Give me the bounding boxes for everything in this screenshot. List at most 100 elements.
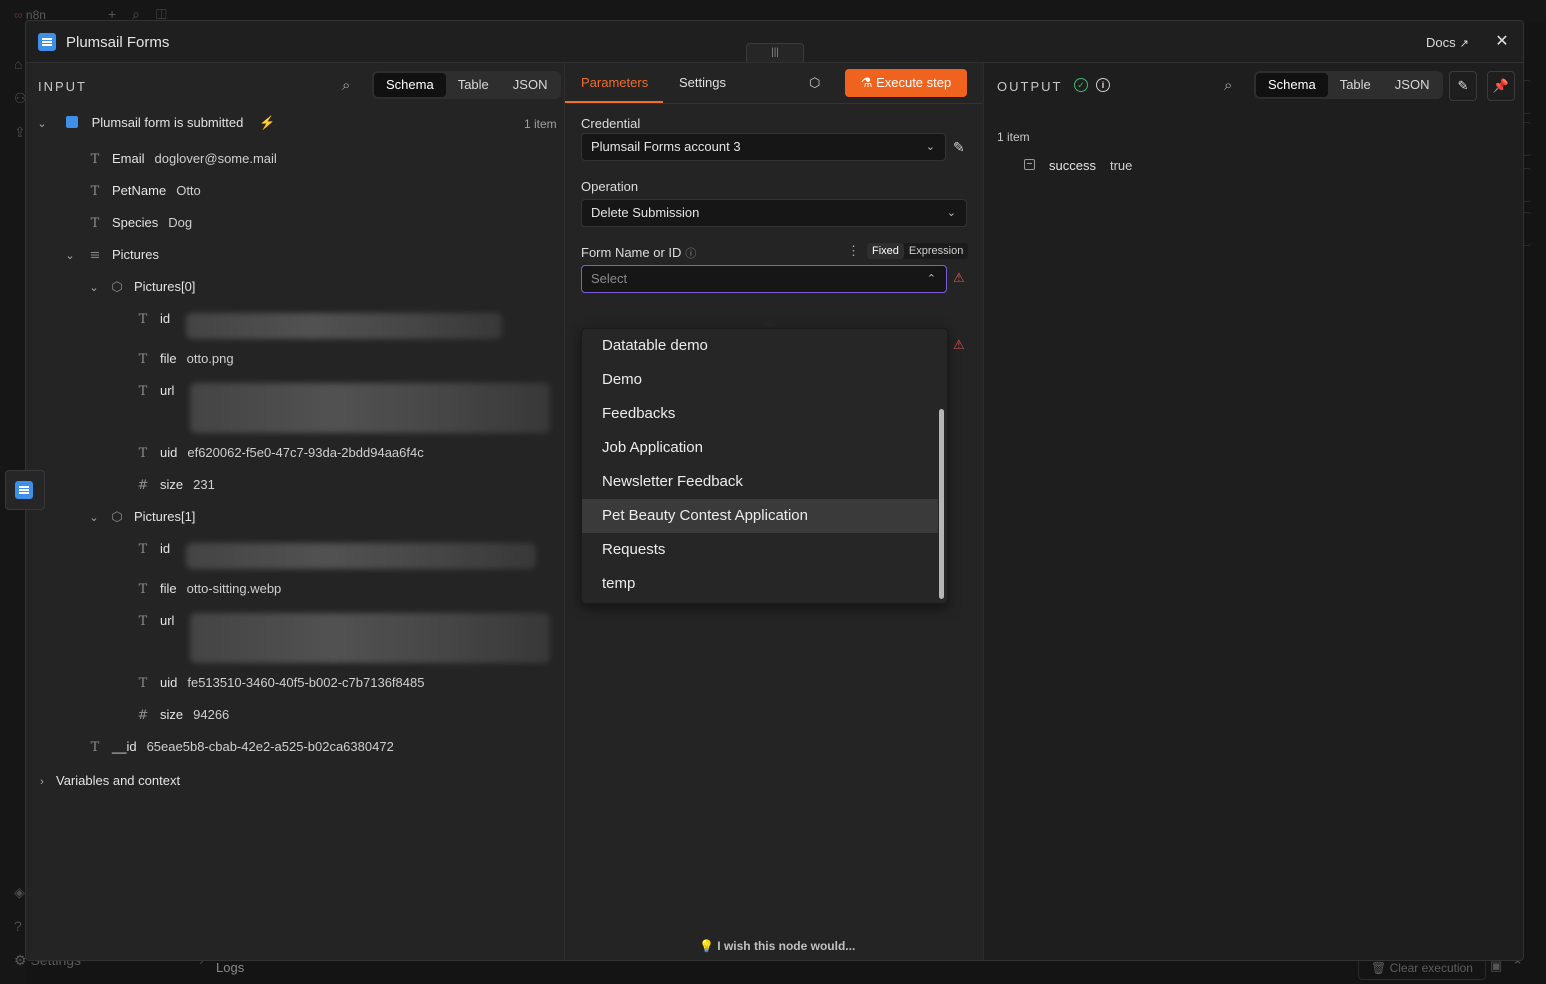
redacted-value: [186, 313, 502, 339]
input-label: INPUT: [38, 79, 87, 94]
schema-row-record-id[interactable]: T __id 65eae5b8-cbab-42e2-a525-b02ca638047…: [88, 737, 394, 757]
app-top-bar: [0, 0, 1546, 22]
schema-row-pic0-url[interactable]: Turl: [136, 381, 184, 401]
number-type-icon: #: [137, 478, 149, 493]
schema-row-pictures-1[interactable]: ⌄ ⬡ Pictures[1]: [86, 507, 205, 527]
feedback-link[interactable]: 💡 I wish this node would...: [699, 939, 855, 953]
more-options-icon[interactable]: ⋮: [847, 243, 860, 259]
text-type-icon: T: [138, 614, 148, 629]
close-button[interactable]: ✕: [1488, 29, 1516, 55]
dropdown-option[interactable]: Demo: [582, 363, 938, 397]
schema-row-species[interactable]: T Species Dog: [88, 213, 192, 233]
dropdown-option[interactable]: Feedbacks: [582, 397, 938, 431]
dropdown-option[interactable]: Job Application: [582, 431, 938, 465]
schema-row-petname[interactable]: T PetName Otto: [88, 181, 201, 201]
trash-icon: 🗑: [1371, 961, 1387, 975]
dropdown-option[interactable]: Datatable demo: [582, 329, 938, 363]
question-icon[interactable]: ⓘ: [685, 248, 696, 260]
text-type-icon: T: [138, 582, 148, 597]
output-view-json[interactable]: JSON: [1383, 73, 1442, 97]
home-icon[interactable]: ⌂: [14, 56, 22, 72]
output-view-switcher: Schema Table JSON: [1254, 71, 1444, 99]
tab-settings[interactable]: Settings: [679, 75, 726, 90]
dropdown-option-highlighted[interactable]: Pet Beauty Contest Application: [582, 499, 938, 533]
text-type-icon: T: [138, 352, 148, 367]
schema-row-pic0-file[interactable]: Tfile otto.png: [136, 349, 234, 369]
trigger-node-name: Plumsail form is submitted: [91, 115, 244, 130]
schema-row-pic1-size[interactable]: # size 94266: [136, 705, 230, 725]
credential-select[interactable]: Plumsail Forms account 3 ⌄: [581, 133, 946, 161]
schema-row-pictures[interactable]: ⌄ ≡ Pictures: [62, 245, 169, 265]
chevron-down-icon[interactable]: ⌄: [86, 278, 102, 298]
schema-row-pic1-uid[interactable]: Tuid fe513510-3460-40f5-b002-c7b7136f8485: [136, 673, 425, 693]
object-type-icon: ⬡: [111, 510, 123, 525]
modal-title: Plumsail Forms: [66, 34, 170, 51]
schema-row-pic1-id[interactable]: Tid: [136, 539, 180, 559]
success-check-icon: ✓: [1074, 78, 1088, 92]
dropdown-scrollbar[interactable]: [939, 409, 944, 599]
dropdown-pointer: [762, 319, 776, 327]
schema-row-pic1-file[interactable]: Tfile otto-sitting.webp: [136, 579, 282, 599]
text-type-icon: T: [138, 676, 148, 691]
chevron-down-icon[interactable]: ⌄: [34, 114, 50, 134]
object-type-icon: ⬡: [111, 280, 123, 295]
input-item-count: 1 item: [524, 117, 557, 131]
dropdown-option[interactable]: temp: [582, 567, 938, 601]
form-options-dropdown: Datatable demo Demo Feedbacks Job Applic…: [581, 328, 948, 604]
variables-context-row[interactable]: › Variables and context: [34, 771, 190, 791]
schema-row-email[interactable]: T Email doglover@some.mail: [88, 149, 277, 169]
chevron-up-icon: ⌃: [926, 273, 936, 285]
output-panel: OUTPUT ✓ i ⌕ Schema Table JSON ✎ 📌 1 ite…: [984, 63, 1523, 960]
input-panel: INPUT ⌕ Schema Table JSON ⌄ Plumsail for…: [26, 63, 565, 960]
input-view-schema[interactable]: Schema: [374, 73, 446, 97]
chevron-down-icon[interactable]: ⌄: [86, 508, 102, 528]
pencil-icon: ✎: [1457, 78, 1469, 93]
help-icon[interactable]: ?: [14, 918, 22, 934]
input-view-json[interactable]: JSON: [501, 73, 560, 97]
share-icon[interactable]: ⇪: [14, 124, 26, 141]
schema-row-pic0-uid[interactable]: Tuid ef620062-f5e0-47c7-93da-2bdd94aa6f4c: [136, 443, 424, 463]
trigger-node-row[interactable]: ⌄ Plumsail form is submitted ⚡: [34, 113, 276, 134]
lightning-icon: ⚡: [259, 115, 276, 130]
cube-icon[interactable]: ⬡: [809, 75, 820, 91]
schema-row-pic0-size[interactable]: # size 231: [136, 475, 215, 495]
schema-row-pic0-id[interactable]: Tid: [136, 309, 180, 329]
credential-label: Credential: [581, 116, 641, 131]
form-name-label: Form Name or ID ⓘ: [581, 245, 697, 260]
panel-drag-handle[interactable]: |||: [746, 43, 804, 62]
tab-parameters[interactable]: Parameters: [581, 75, 648, 90]
info-icon[interactable]: i: [1096, 78, 1110, 92]
schema-row-pictures-0[interactable]: ⌄ ⬡ Pictures[0]: [86, 277, 205, 297]
plumsail-forms-icon: [15, 481, 33, 499]
pin-data-button[interactable]: 📌: [1487, 71, 1515, 101]
form-name-select[interactable]: Select ⌃: [581, 265, 947, 293]
output-view-table[interactable]: Table: [1328, 73, 1383, 97]
mode-expression[interactable]: Expression: [904, 243, 968, 259]
output-row-success[interactable]: success true: [1024, 156, 1132, 176]
operation-select[interactable]: Delete Submission ⌄: [581, 199, 967, 227]
list-type-icon: ≡: [89, 248, 101, 263]
node-sidebar-tab[interactable]: [5, 470, 45, 510]
plumsail-forms-icon: [38, 33, 56, 51]
docs-link[interactable]: Docs ↗: [1426, 35, 1469, 50]
execute-step-button[interactable]: ⚗ Execute step: [845, 69, 967, 97]
chevron-down-icon[interactable]: ⌄: [62, 246, 78, 266]
output-item-count: 1 item: [997, 130, 1030, 144]
edit-output-button[interactable]: ✎: [1449, 71, 1477, 101]
input-view-table[interactable]: Table: [446, 73, 501, 97]
chevron-right-icon[interactable]: ›: [34, 772, 50, 792]
redacted-value: [190, 383, 550, 433]
dropdown-option[interactable]: Requests: [582, 533, 938, 567]
search-icon[interactable]: ⌕: [342, 77, 350, 94]
mode-fixed[interactable]: Fixed: [867, 243, 904, 259]
pin-icon: 📌: [1492, 78, 1510, 93]
redacted-value: [190, 613, 550, 663]
templates-icon[interactable]: ◈: [14, 884, 25, 901]
output-view-schema[interactable]: Schema: [1256, 73, 1328, 97]
dropdown-option[interactable]: Newsletter Feedback: [582, 465, 938, 499]
logs-tab[interactable]: Logs: [216, 960, 244, 975]
search-icon[interactable]: ⌕: [1224, 77, 1232, 94]
schema-row-pic1-url[interactable]: Turl: [136, 611, 184, 631]
edit-credential-icon[interactable]: ✎: [953, 139, 965, 156]
n8n-logo-icon: ∞: [14, 8, 23, 22]
